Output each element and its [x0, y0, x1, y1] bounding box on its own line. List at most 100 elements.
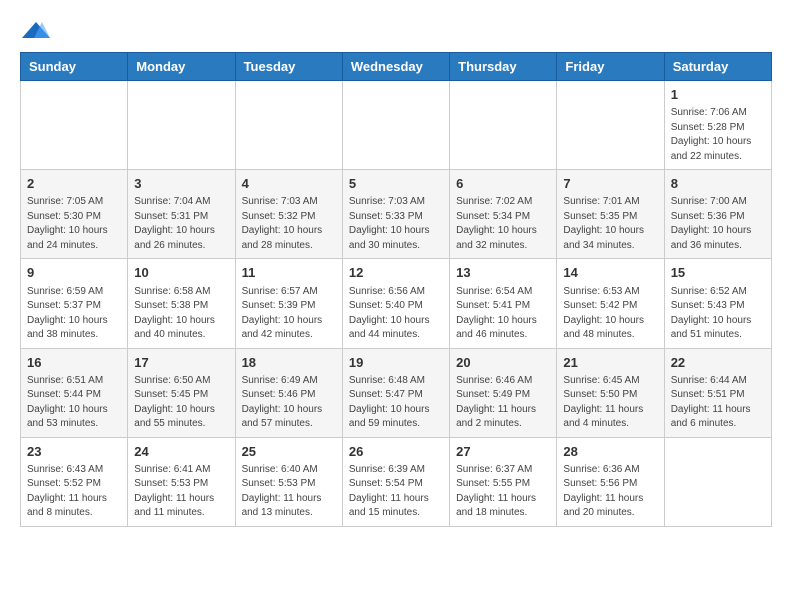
calendar-cell: 14Sunrise: 6:53 AM Sunset: 5:42 PM Dayli…	[557, 259, 664, 348]
calendar-cell: 4 Sunrise: 7:03 AM Sunset: 5:32 PM Daylig…	[235, 170, 342, 259]
calendar-cell: 24 Sunrise: 6:41 AM Sunset: 5:53 PM Dayli…	[128, 437, 235, 526]
day-info: Sunrise: 6:37 AM Sunset: 5:55 PM Dayligh…	[456, 463, 550, 521]
calendar-cell: 26 Sunrise: 6:39 AM Sunset: 5:54 PM Dayli…	[342, 437, 449, 526]
calendar-cell	[450, 81, 557, 170]
day-info: Sunrise: 6:58 AM Sunset: 5:38 PM Dayligh…	[134, 285, 228, 343]
calendar-cell: 23 Sunrise: 6:43 AM Sunset: 5:52 PM Dayli…	[21, 437, 128, 526]
page-header	[20, 20, 772, 42]
day-info: Sunrise: 6:40 AM Sunset: 5:53 PM Dayligh…	[242, 463, 336, 521]
day-info: Sunrise: 6:36 AM Sunset: 5:56 PM Dayligh…	[563, 463, 657, 521]
day-number: 3	[134, 175, 228, 193]
calendar-cell: 2 Sunrise: 7:05 AM Sunset: 5:30 PM Daylig…	[21, 170, 128, 259]
calendar-cell: 22 Sunrise: 6:44 AM Sunset: 5:51 PM Dayli…	[664, 348, 771, 437]
day-number: 16	[27, 354, 121, 372]
day-number: 24	[134, 443, 228, 461]
calendar-cell: 12 Sunrise: 6:56 AM Sunset: 5:40 PM Dayli…	[342, 259, 449, 348]
day-info: Sunrise: 6:52 AM Sunset: 5:43 PM Dayligh…	[671, 285, 765, 343]
day-number: 18	[242, 354, 336, 372]
day-number: 6	[456, 175, 550, 193]
day-number: 13	[456, 264, 550, 282]
day-number: 1	[671, 86, 765, 104]
day-number: 8	[671, 175, 765, 193]
day-info: Sunrise: 6:39 AM Sunset: 5:54 PM Dayligh…	[349, 463, 443, 521]
day-number: 26	[349, 443, 443, 461]
calendar-cell: 5 Sunrise: 7:03 AM Sunset: 5:33 PM Daylig…	[342, 170, 449, 259]
day-number: 23	[27, 443, 121, 461]
day-info: Sunrise: 7:02 AM Sunset: 5:34 PM Dayligh…	[456, 195, 550, 253]
day-number: 22	[671, 354, 765, 372]
calendar-cell	[235, 81, 342, 170]
calendar-cell: 27Sunrise: 6:37 AM Sunset: 5:55 PM Dayli…	[450, 437, 557, 526]
calendar-cell: 6 Sunrise: 7:02 AM Sunset: 5:34 PM Daylig…	[450, 170, 557, 259]
day-info: Sunrise: 7:05 AM Sunset: 5:30 PM Dayligh…	[27, 195, 121, 253]
calendar-week-row: 23 Sunrise: 6:43 AM Sunset: 5:52 PM Dayli…	[21, 437, 772, 526]
day-info: Sunrise: 6:53 AM Sunset: 5:42 PM Dayligh…	[563, 285, 657, 343]
calendar-cell	[664, 437, 771, 526]
day-info: Sunrise: 6:56 AM Sunset: 5:40 PM Dayligh…	[349, 285, 443, 343]
day-info: Sunrise: 6:57 AM Sunset: 5:39 PM Dayligh…	[242, 285, 336, 343]
calendar-cell: 16 Sunrise: 6:51 AM Sunset: 5:44 PM Dayli…	[21, 348, 128, 437]
calendar-cell	[21, 81, 128, 170]
calendar-header-row: SundayMondayTuesdayWednesdayThursdayFrid…	[21, 53, 772, 81]
day-number: 25	[242, 443, 336, 461]
day-info: Sunrise: 7:06 AM Sunset: 5:28 PM Dayligh…	[671, 106, 765, 164]
calendar-cell: 9Sunrise: 6:59 AM Sunset: 5:37 PM Daylig…	[21, 259, 128, 348]
calendar-week-row: 2 Sunrise: 7:05 AM Sunset: 5:30 PM Daylig…	[21, 170, 772, 259]
calendar-cell: 15 Sunrise: 6:52 AM Sunset: 5:43 PM Dayli…	[664, 259, 771, 348]
calendar-cell	[128, 81, 235, 170]
calendar-cell: 13 Sunrise: 6:54 AM Sunset: 5:41 PM Dayli…	[450, 259, 557, 348]
calendar-cell: 17 Sunrise: 6:50 AM Sunset: 5:45 PM Dayli…	[128, 348, 235, 437]
calendar-cell	[557, 81, 664, 170]
day-number: 19	[349, 354, 443, 372]
day-number: 11	[242, 264, 336, 282]
day-info: Sunrise: 6:45 AM Sunset: 5:50 PM Dayligh…	[563, 374, 657, 432]
day-number: 28	[563, 443, 657, 461]
calendar-day-header: Monday	[128, 53, 235, 81]
calendar-cell: 19 Sunrise: 6:48 AM Sunset: 5:47 PM Dayli…	[342, 348, 449, 437]
calendar-cell: 21 Sunrise: 6:45 AM Sunset: 5:50 PM Dayli…	[557, 348, 664, 437]
calendar-cell	[342, 81, 449, 170]
day-info: Sunrise: 6:49 AM Sunset: 5:46 PM Dayligh…	[242, 374, 336, 432]
day-info: Sunrise: 7:03 AM Sunset: 5:32 PM Dayligh…	[242, 195, 336, 253]
calendar-cell: 18 Sunrise: 6:49 AM Sunset: 5:46 PM Dayli…	[235, 348, 342, 437]
calendar-week-row: 16 Sunrise: 6:51 AM Sunset: 5:44 PM Dayli…	[21, 348, 772, 437]
calendar-cell: 25 Sunrise: 6:40 AM Sunset: 5:53 PM Dayli…	[235, 437, 342, 526]
calendar-cell: 7 Sunrise: 7:01 AM Sunset: 5:35 PM Daylig…	[557, 170, 664, 259]
day-info: Sunrise: 6:43 AM Sunset: 5:52 PM Dayligh…	[27, 463, 121, 521]
day-info: Sunrise: 6:51 AM Sunset: 5:44 PM Dayligh…	[27, 374, 121, 432]
day-number: 12	[349, 264, 443, 282]
calendar-cell: 1 Sunrise: 7:06 AM Sunset: 5:28 PM Daylig…	[664, 81, 771, 170]
day-info: Sunrise: 6:48 AM Sunset: 5:47 PM Dayligh…	[349, 374, 443, 432]
day-number: 5	[349, 175, 443, 193]
calendar-week-row: 1 Sunrise: 7:06 AM Sunset: 5:28 PM Daylig…	[21, 81, 772, 170]
calendar-week-row: 9Sunrise: 6:59 AM Sunset: 5:37 PM Daylig…	[21, 259, 772, 348]
day-info: Sunrise: 6:44 AM Sunset: 5:51 PM Dayligh…	[671, 374, 765, 432]
calendar-day-header: Wednesday	[342, 53, 449, 81]
calendar-table: SundayMondayTuesdayWednesdayThursdayFrid…	[20, 52, 772, 527]
calendar-cell: 8Sunrise: 7:00 AM Sunset: 5:36 PM Daylig…	[664, 170, 771, 259]
calendar-cell: 11 Sunrise: 6:57 AM Sunset: 5:39 PM Dayli…	[235, 259, 342, 348]
day-info: Sunrise: 6:54 AM Sunset: 5:41 PM Dayligh…	[456, 285, 550, 343]
day-info: Sunrise: 6:50 AM Sunset: 5:45 PM Dayligh…	[134, 374, 228, 432]
day-number: 4	[242, 175, 336, 193]
calendar-cell: 20 Sunrise: 6:46 AM Sunset: 5:49 PM Dayli…	[450, 348, 557, 437]
day-number: 20	[456, 354, 550, 372]
day-number: 7	[563, 175, 657, 193]
calendar-day-header: Thursday	[450, 53, 557, 81]
calendar-cell: 10 Sunrise: 6:58 AM Sunset: 5:38 PM Dayli…	[128, 259, 235, 348]
calendar-day-header: Sunday	[21, 53, 128, 81]
calendar-cell: 28 Sunrise: 6:36 AM Sunset: 5:56 PM Dayli…	[557, 437, 664, 526]
day-number: 10	[134, 264, 228, 282]
day-number: 15	[671, 264, 765, 282]
day-number: 2	[27, 175, 121, 193]
day-info: Sunrise: 6:46 AM Sunset: 5:49 PM Dayligh…	[456, 374, 550, 432]
day-number: 17	[134, 354, 228, 372]
logo	[20, 20, 50, 42]
day-number: 21	[563, 354, 657, 372]
day-info: Sunrise: 7:01 AM Sunset: 5:35 PM Dayligh…	[563, 195, 657, 253]
logo-icon	[22, 20, 50, 42]
day-info: Sunrise: 7:03 AM Sunset: 5:33 PM Dayligh…	[349, 195, 443, 253]
day-info: Sunrise: 6:41 AM Sunset: 5:53 PM Dayligh…	[134, 463, 228, 521]
day-info: Sunrise: 6:59 AM Sunset: 5:37 PM Dayligh…	[27, 285, 121, 343]
calendar-day-header: Friday	[557, 53, 664, 81]
